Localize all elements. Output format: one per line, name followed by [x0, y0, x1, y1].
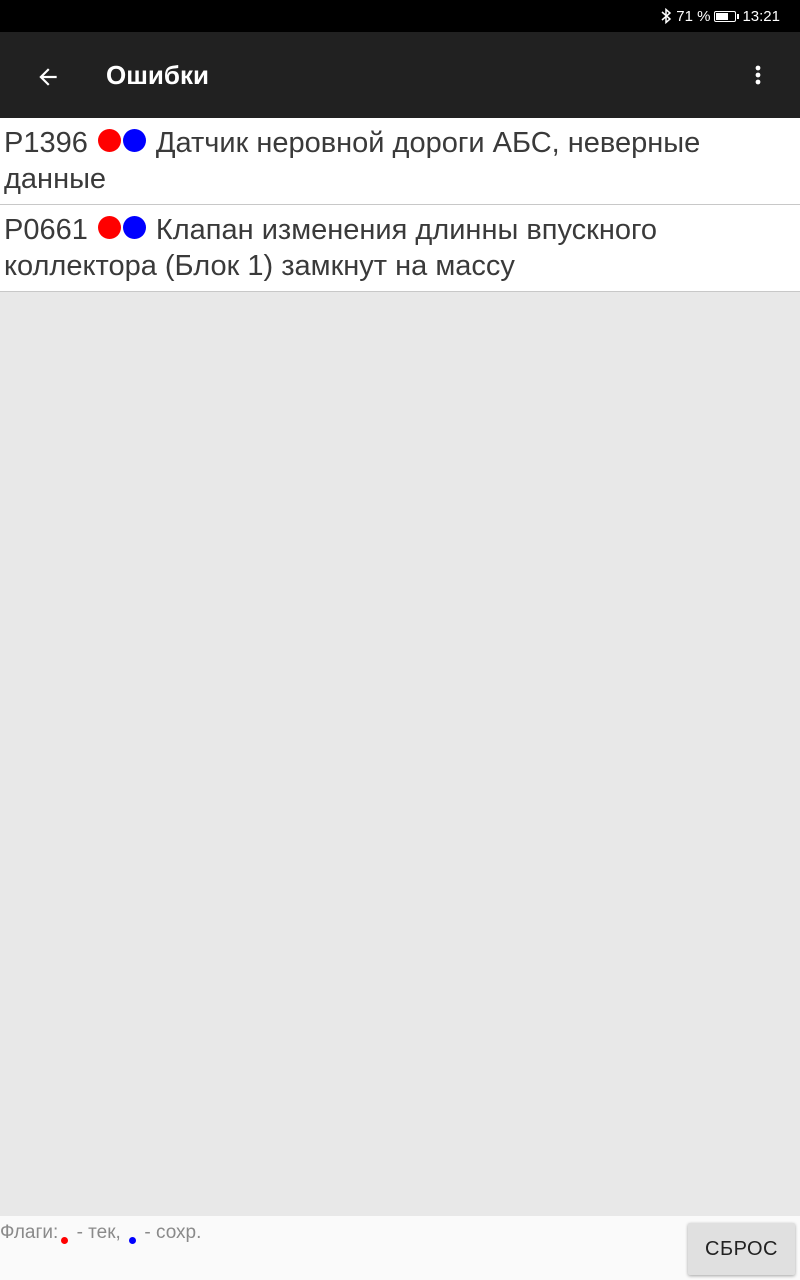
bluetooth-icon [660, 8, 672, 24]
more-options-button[interactable] [734, 51, 782, 99]
error-code: P0661 [4, 214, 88, 246]
app-bar: Ошибки [0, 32, 800, 118]
battery-percent: 71 % [676, 7, 711, 25]
clock: 13:21 [742, 7, 780, 25]
page-title: Ошибки [106, 60, 209, 90]
more-vert-icon [755, 65, 761, 85]
error-list: P1396 Датчик неровной дороги АБС, неверны… [0, 118, 800, 292]
status-bar: 71 % 13:21 [0, 0, 800, 32]
flags-legend: Флаги: - тек, - сохр. [0, 1222, 201, 1244]
error-item[interactable]: P1396 Датчик неровной дороги АБС, неверны… [0, 118, 800, 205]
error-item[interactable]: P0661 Клапан изменения длинны впускного к… [0, 205, 800, 292]
battery-icon [714, 10, 740, 22]
current-flag-text: - тек, [71, 1222, 127, 1243]
error-code: P1396 [4, 127, 88, 159]
current-flag-dot [97, 216, 121, 239]
back-button[interactable] [22, 51, 74, 103]
reset-button[interactable]: СБРОС [688, 1223, 795, 1275]
saved-flag-text: - сохр. [139, 1222, 202, 1243]
battery-level [716, 12, 729, 20]
saved-flag-dot [122, 129, 146, 152]
footer: Флаги: - тек, - сохр. СБРОС [0, 1216, 800, 1280]
saved-flag-dot [122, 216, 146, 239]
saved-flag-legend-dot [129, 1237, 137, 1244]
legend-label: Флаги: [0, 1222, 59, 1243]
back-arrow-icon [39, 68, 57, 86]
current-flag-dot [97, 129, 121, 152]
current-flag-legend-dot [61, 1237, 69, 1244]
